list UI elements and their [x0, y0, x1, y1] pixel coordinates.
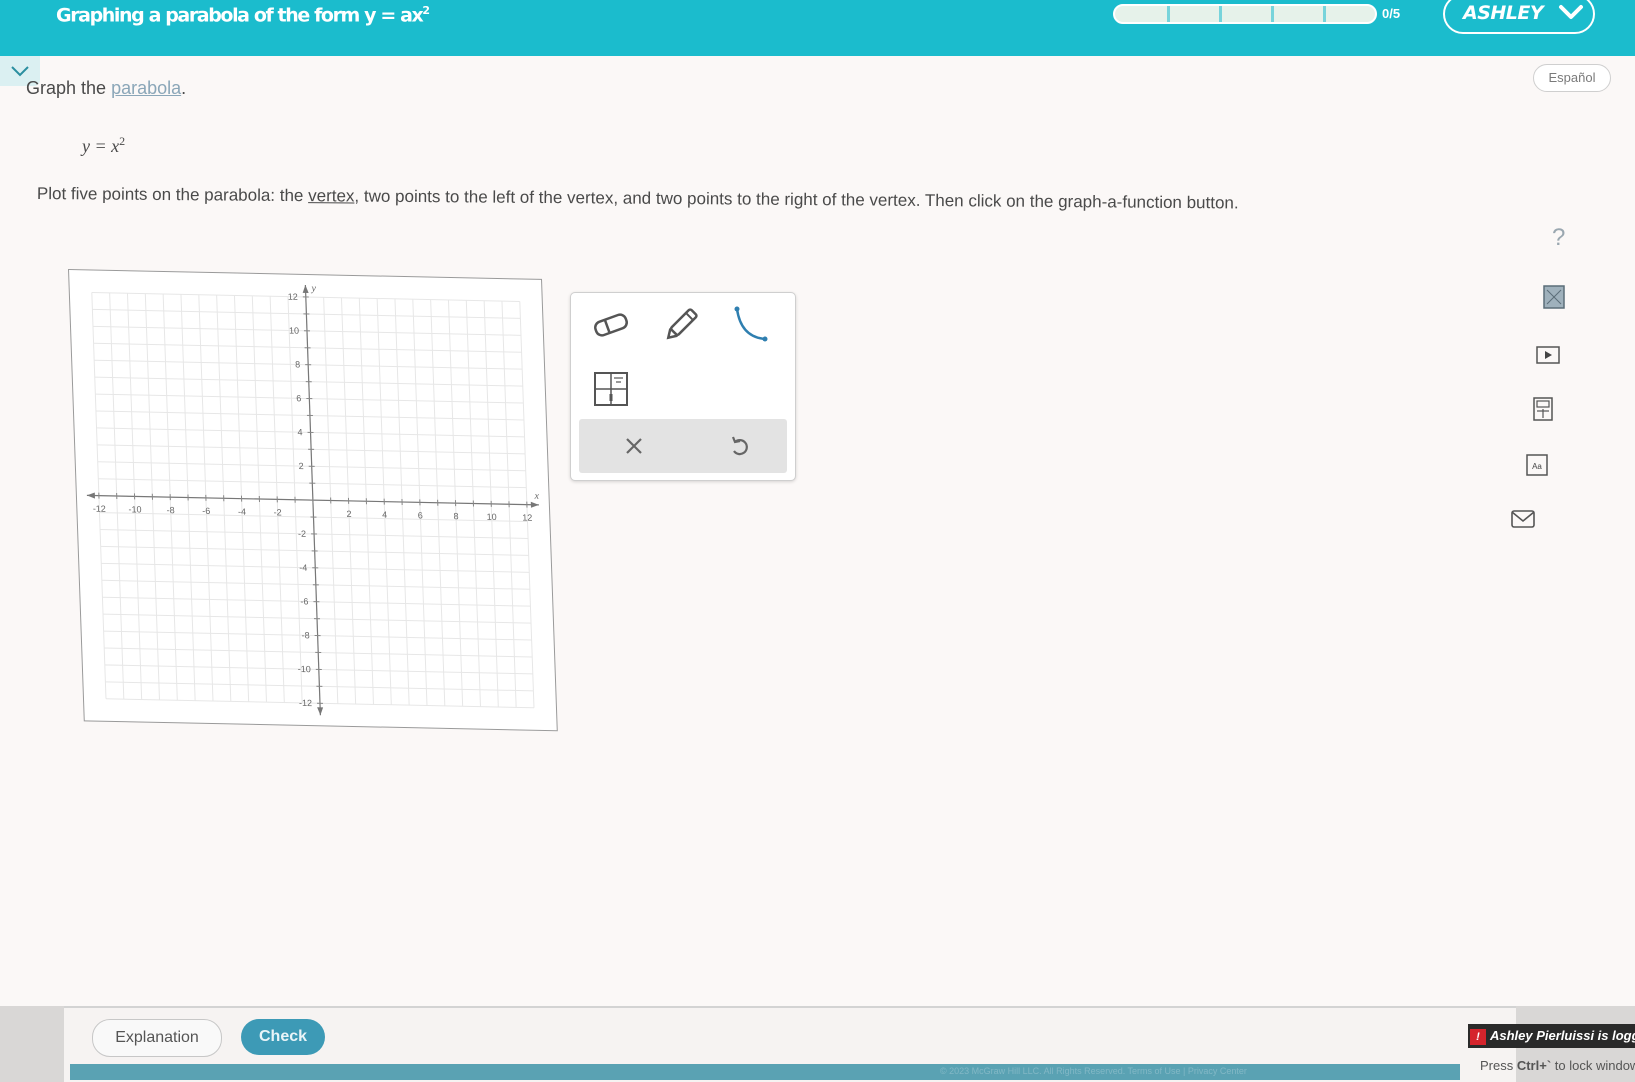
x-tick-label: 12	[522, 513, 532, 523]
parabola-definition-link[interactable]: parabola	[111, 78, 181, 98]
y-tick-label: -4	[299, 563, 307, 573]
x-axis-arrow	[87, 492, 95, 498]
language-toggle-button[interactable]: Español	[1533, 64, 1611, 92]
x-tick-label: 10	[487, 512, 497, 522]
equation-lhs: y	[82, 136, 90, 156]
chevron-down-icon	[10, 64, 30, 78]
x-tick-label: 2	[346, 509, 351, 519]
calculator-icon-graphic	[1530, 396, 1556, 422]
x-tick-label: -6	[202, 506, 210, 516]
explanation-button[interactable]: Explanation	[92, 1019, 222, 1057]
coordinate-plane[interactable]: -12 -10 -8 -6 -4 -2 2 4 6 8 10 12 -12 -10 -8 -6 -4 -2 2 4 6 8…	[69, 270, 557, 730]
y-tick-label: 12	[288, 292, 298, 302]
textbook-icon-graphic	[1541, 284, 1567, 310]
progress-segment-divider	[1323, 6, 1326, 22]
parabola-tool[interactable]	[731, 305, 771, 345]
user-menu-button[interactable]: ASHLEY	[1443, 0, 1595, 34]
y-axis-arrow	[317, 707, 323, 715]
progress-segment-divider	[1167, 6, 1170, 22]
y-tick-label: -10	[298, 664, 311, 674]
video-icon-graphic	[1535, 341, 1561, 367]
bottom-strip: © 2023 McGraw Hill LLC. All Rights Reser…	[70, 1064, 1460, 1080]
help-icon[interactable]: ?	[1552, 224, 1565, 252]
y-tick-label: -8	[301, 630, 309, 640]
graph-function-icon	[591, 369, 631, 409]
y-tick-label: 10	[289, 325, 299, 335]
lock-hint-key: Ctrl+`	[1517, 1058, 1551, 1073]
x-tick-label: -8	[167, 505, 175, 515]
y-tick-label: 4	[297, 427, 302, 437]
lock-hint-prefix: Press	[1480, 1058, 1517, 1073]
lock-window-hint: Press Ctrl+` to lock window	[1480, 1058, 1635, 1073]
check-button[interactable]: Check	[241, 1019, 325, 1055]
x-axis-label: x	[533, 491, 539, 502]
progress-segment-divider	[1219, 6, 1222, 22]
login-notice: ! Ashley Pierluissi is logged in	[1468, 1024, 1635, 1048]
user-name: ASHLEY	[1463, 2, 1543, 24]
y-axis-arrow	[302, 285, 308, 293]
alert-icon: !	[1470, 1029, 1486, 1045]
graph-area[interactable]: -12 -10 -8 -6 -4 -2 2 4 6 8 10 12 -12 -10 -8 -6 -4 -2 2 4 6 8…	[68, 269, 558, 731]
x-tick-label: 8	[453, 511, 458, 521]
progress-bar	[1113, 4, 1377, 24]
video-icon[interactable]	[1535, 341, 1561, 367]
equation: y = x2	[82, 134, 125, 157]
x-tick-label: 6	[418, 510, 423, 520]
undo-icon	[725, 431, 755, 461]
calculator-icon[interactable]	[1530, 396, 1556, 422]
undo-button[interactable]	[725, 431, 755, 461]
topic-title-text: Graphing a parabola of the form y = ax	[56, 4, 422, 26]
question-panel: Graph the parabola. y = x2 Plot five poi…	[0, 56, 1635, 1006]
eraser-icon	[591, 305, 631, 345]
topic-title-exponent: 2	[422, 4, 428, 17]
lock-hint-suffix: to lock window	[1551, 1058, 1635, 1073]
x-axis-arrow	[531, 502, 539, 508]
copyright-text: © 2023 McGraw Hill LLC. All Rights Reser…	[940, 1066, 1247, 1076]
eraser-tool[interactable]	[591, 305, 631, 345]
textbook-icon[interactable]	[1541, 284, 1567, 310]
clear-button[interactable]	[619, 431, 649, 461]
glossary-icon-graphic: Aa	[1524, 452, 1550, 478]
svg-text:Aa: Aa	[1532, 462, 1542, 471]
y-axis-label: y	[310, 283, 316, 294]
y-tick-label: -2	[298, 529, 306, 539]
y-tick-label: -6	[300, 596, 308, 606]
topic-title: Graphing a parabola of the form y = ax2	[56, 4, 429, 26]
instruction-text: Graph the parabola.	[26, 78, 186, 99]
y-tick-label: 6	[296, 393, 301, 403]
progress-segment-divider	[1271, 6, 1274, 22]
top-header-bar: Graphing a parabola of the form y = ax2 …	[0, 0, 1635, 56]
glossary-icon[interactable]: Aa	[1524, 452, 1550, 478]
directions-part1: Plot five points on the parabola: the	[37, 184, 308, 205]
vertex-definition-link[interactable]: vertex	[308, 186, 354, 205]
chevron-down-icon	[1557, 1, 1585, 23]
graph-a-function-tool[interactable]	[591, 369, 631, 409]
directions-text: Plot five points on the parabola: the ve…	[37, 184, 1457, 215]
pencil-icon	[661, 305, 701, 345]
login-notice-text: Ashley Pierluissi is logged in	[1490, 1028, 1635, 1043]
equation-exponent: 2	[119, 134, 125, 148]
x-tick-label: -4	[238, 507, 246, 517]
message-icon-graphic	[1510, 506, 1536, 532]
pencil-tool[interactable]	[661, 305, 701, 345]
y-tick-label: -12	[299, 698, 312, 708]
y-tick-label: 8	[295, 359, 300, 369]
progress-count: 0/5	[1382, 6, 1400, 21]
x-tick-label: 4	[382, 510, 387, 520]
tool-palette	[570, 292, 796, 481]
instruction-prefix: Graph the	[26, 78, 111, 98]
x-tick-label: -12	[93, 504, 106, 514]
y-tick-label: 2	[299, 461, 304, 471]
equation-rhs: x	[111, 136, 119, 156]
palette-action-bar	[579, 419, 787, 473]
equation-equals: =	[90, 136, 111, 156]
x-tick-label: -2	[274, 507, 282, 517]
close-icon	[619, 431, 649, 461]
directions-part2: , two points to the left of the vertex, …	[354, 186, 1238, 212]
instruction-suffix: .	[181, 78, 186, 98]
parabola-curve-icon	[731, 305, 771, 345]
message-icon[interactable]	[1510, 506, 1536, 532]
x-tick-label: -10	[128, 504, 141, 514]
